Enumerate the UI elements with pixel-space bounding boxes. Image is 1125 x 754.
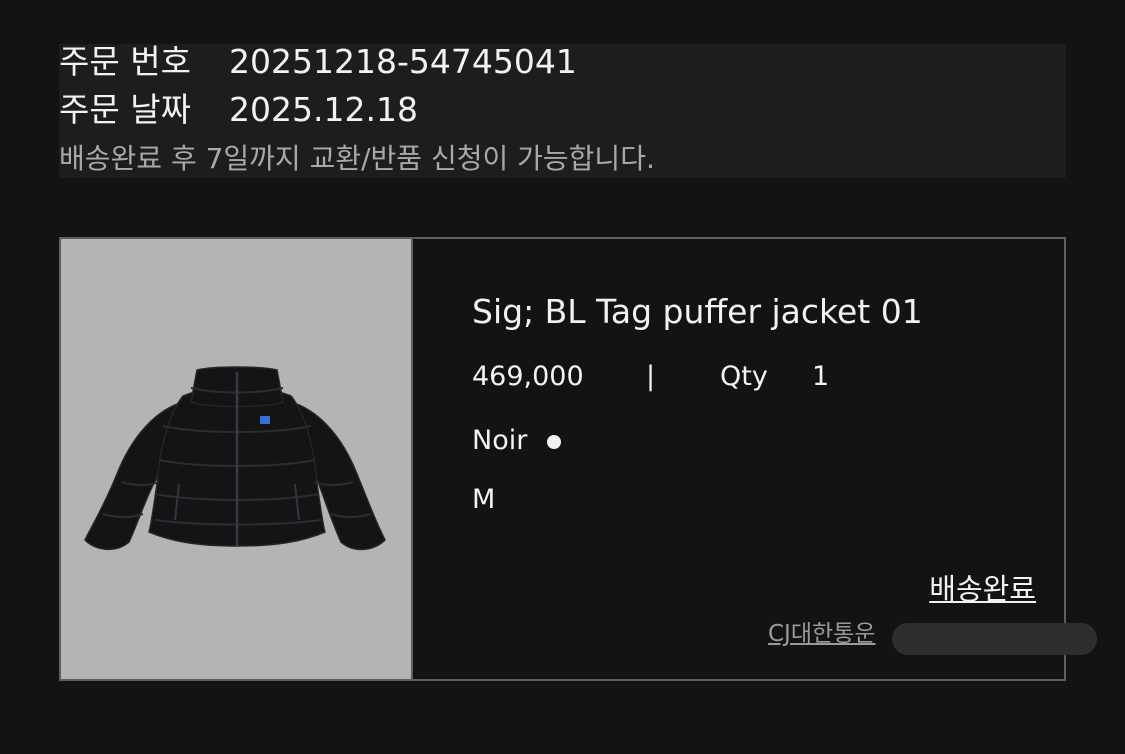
product-name[interactable]: Sig; BL Tag puffer jacket 01 (472, 291, 923, 333)
order-date-row: 주문 날짜 2025.12.18 (59, 90, 418, 130)
order-item-card[interactable]: Sig; BL Tag puffer jacket 01 469,000 | Q… (59, 237, 1097, 681)
qty-label: Qty (720, 361, 768, 392)
puffer-jacket-icon (84, 366, 386, 551)
color-name: Noir (472, 425, 528, 456)
order-date-value: 2025.12.18 (229, 90, 418, 129)
delivery-status-link[interactable]: 배송완료 (929, 570, 1036, 608)
order-info-panel: 주문 번호 20251218-54745041 주문 날짜 2025.12.18 배… (59, 42, 1066, 178)
product-image[interactable] (61, 239, 413, 679)
order-number-value: 20251218-54745041 (229, 42, 577, 81)
price-qty-separator: | (646, 361, 656, 392)
color-option: Noir (472, 423, 562, 459)
order-date-label: 주문 날짜 (59, 90, 191, 129)
product-details: Sig; BL Tag puffer jacket 01 469,000 | Q… (472, 239, 1097, 679)
order-number-row: 주문 번호 20251218-54745041 (59, 42, 577, 82)
qty-value: 1 (812, 361, 830, 392)
carrier-tracking-link[interactable]: CJ대한통운 (768, 619, 875, 649)
exchange-return-notice: 배송완료 후 7일까지 교환/반품 신청이 가능합니다. (59, 142, 655, 175)
order-number-label: 주문 번호 (59, 42, 191, 81)
size-option: M (472, 484, 496, 515)
redacted-tracking-number (892, 623, 1097, 655)
color-swatch (547, 434, 562, 449)
product-price: 469,000 (472, 361, 584, 392)
